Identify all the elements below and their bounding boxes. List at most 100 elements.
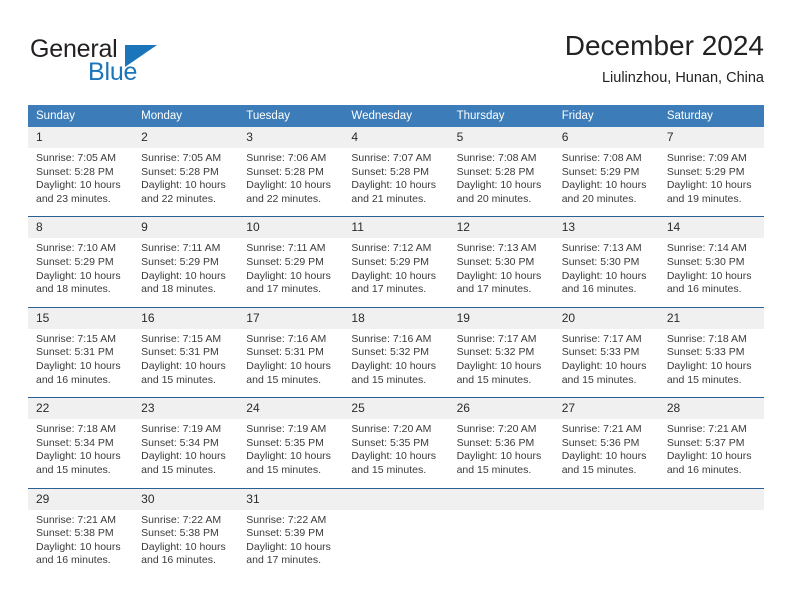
day-number <box>448 488 554 510</box>
day-details: Sunrise: 7:17 AM Sunset: 5:33 PM Daylight:… <box>554 329 659 397</box>
calendar-day-cell[interactable]: 15 Sunrise: 7:15 AM Sunset: 5:31 PM Dayligh… <box>28 306 134 398</box>
calendar-day-cell[interactable]: 16 Sunrise: 7:15 AM Sunset: 5:31 PM Dayligh… <box>133 306 239 398</box>
day-detail-sunrise: Sunrise: 7:17 AM <box>456 332 537 345</box>
calendar-day-cell[interactable]: 25 Sunrise: 7:20 AM Sunset: 5:35 PM Dayligh… <box>343 397 449 488</box>
day-detail-daylight2: and 17 minutes. <box>351 283 427 296</box>
day-details: Sunrise: 7:19 AM Sunset: 5:35 PM Daylight:… <box>238 419 343 487</box>
day-details: Sunrise: 7:13 AM Sunset: 5:30 PM Daylight:… <box>449 238 554 306</box>
day-number: 30 <box>133 488 239 510</box>
day-detail-sunset: Sunset: 5:30 PM <box>456 255 535 268</box>
day-detail-sunset: Sunset: 5:28 PM <box>351 165 430 178</box>
weekday-header-sunday: Sunday <box>28 105 134 127</box>
calendar-week-row: 22 Sunrise: 7:18 AM Sunset: 5:34 PM Dayligh… <box>28 397 764 488</box>
calendar-day-cell[interactable]: 7 Sunrise: 7:09 AM Sunset: 5:29 PM Daylight… <box>658 127 764 217</box>
day-detail-sunset: Sunset: 5:34 PM <box>141 436 219 449</box>
calendar-day-cell[interactable]: 2 Sunrise: 7:05 AM Sunset: 5:28 PM Daylight… <box>133 127 239 217</box>
calendar-day-cell[interactable]: 3 Sunrise: 7:06 AM Sunset: 5:28 PM Daylight… <box>238 127 344 217</box>
calendar-day-cell[interactable]: 14 Sunrise: 7:14 AM Sunset: 5:30 PM Dayligh… <box>658 216 764 308</box>
day-detail-daylight1: Daylight: 10 hours <box>456 269 542 282</box>
day-detail-daylight2: and 16 minutes. <box>666 283 742 296</box>
calendar-day-cell[interactable]: 6 Sunrise: 7:08 AM Sunset: 5:29 PM Daylight… <box>553 127 659 217</box>
day-detail-sunset: Sunset: 5:39 PM <box>246 527 324 540</box>
calendar-day-cell[interactable]: 11 Sunrise: 7:12 AM Sunset: 5:29 PM Dayligh… <box>343 216 449 308</box>
day-number: 16 <box>133 307 239 329</box>
day-detail-sunset: Sunset: 5:37 PM <box>666 436 745 449</box>
calendar-empty-cell <box>343 487 449 578</box>
calendar-day-cell[interactable]: 5 Sunrise: 7:08 AM Sunset: 5:28 PM Daylight… <box>448 127 554 217</box>
day-detail-sunset: Sunset: 5:28 PM <box>456 165 535 178</box>
calendar-day-cell[interactable]: 29 Sunrise: 7:21 AM Sunset: 5:38 PM Dayligh… <box>28 487 134 578</box>
day-detail-daylight1: Daylight: 10 hours <box>36 269 121 282</box>
day-detail-sunrise: Sunrise: 7:22 AM <box>141 513 222 526</box>
calendar-day-cell[interactable]: 30 Sunrise: 7:22 AM Sunset: 5:38 PM Dayligh… <box>133 487 239 578</box>
day-detail-daylight1: Daylight: 10 hours <box>351 450 437 463</box>
calendar-day-cell[interactable]: 26 Sunrise: 7:20 AM Sunset: 5:36 PM Dayligh… <box>448 397 554 488</box>
day-number: 24 <box>238 398 344 420</box>
calendar-page: General Blue December 2024 Liulinzhou, H… <box>0 0 792 612</box>
day-detail-daylight1: Daylight: 10 hours <box>666 179 752 192</box>
day-detail-daylight2: and 15 minutes. <box>351 463 427 476</box>
day-number <box>343 488 449 510</box>
calendar-day-cell[interactable]: 13 Sunrise: 7:13 AM Sunset: 5:30 PM Dayligh… <box>553 216 659 308</box>
day-details <box>449 510 554 568</box>
calendar-day-cell[interactable]: 21 Sunrise: 7:18 AM Sunset: 5:33 PM Dayligh… <box>658 306 764 398</box>
calendar-body: 1 Sunrise: 7:05 AM Sunset: 5:28 PM Daylight… <box>28 127 764 578</box>
day-number: 17 <box>238 307 344 329</box>
calendar-day-cell[interactable]: 1 Sunrise: 7:05 AM Sunset: 5:28 PM Daylight… <box>28 127 134 217</box>
day-details: Sunrise: 7:21 AM Sunset: 5:36 PM Daylight:… <box>554 419 659 487</box>
day-detail-sunrise: Sunrise: 7:21 AM <box>561 423 642 436</box>
calendar-day-cell[interactable]: 8 Sunrise: 7:10 AM Sunset: 5:29 PM Daylight… <box>28 216 134 308</box>
day-detail-sunrise: Sunrise: 7:22 AM <box>246 513 327 526</box>
day-detail-sunrise: Sunrise: 7:14 AM <box>666 242 747 255</box>
calendar-day-cell[interactable]: 17 Sunrise: 7:16 AM Sunset: 5:31 PM Dayligh… <box>238 306 344 398</box>
calendar-day-cell[interactable]: 27 Sunrise: 7:21 AM Sunset: 5:36 PM Dayligh… <box>553 397 659 488</box>
day-detail-sunrise: Sunrise: 7:10 AM <box>36 242 116 255</box>
day-detail-sunrise: Sunrise: 7:16 AM <box>246 332 327 345</box>
calendar-day-cell[interactable]: 24 Sunrise: 7:19 AM Sunset: 5:35 PM Dayligh… <box>238 397 344 488</box>
calendar-table: Sunday Monday Tuesday Wednesday Thursday… <box>28 105 764 578</box>
calendar-week-row: 1 Sunrise: 7:05 AM Sunset: 5:28 PM Daylight… <box>28 127 764 217</box>
day-detail-sunrise: Sunrise: 7:17 AM <box>561 332 642 345</box>
day-detail-sunrise: Sunrise: 7:08 AM <box>456 152 537 164</box>
day-number: 21 <box>658 307 764 329</box>
calendar-day-cell[interactable]: 4 Sunrise: 7:07 AM Sunset: 5:28 PM Daylight… <box>343 127 449 217</box>
day-details <box>343 510 448 568</box>
day-details: Sunrise: 7:12 AM Sunset: 5:29 PM Daylight:… <box>343 238 448 306</box>
day-detail-sunset: Sunset: 5:28 PM <box>141 165 219 178</box>
day-detail-sunset: Sunset: 5:38 PM <box>141 527 219 540</box>
day-detail-daylight2: and 20 minutes. <box>456 192 532 205</box>
calendar-header-row: Sunday Monday Tuesday Wednesday Thursday… <box>28 105 764 127</box>
calendar-day-cell[interactable]: 31 Sunrise: 7:22 AM Sunset: 5:39 PM Dayligh… <box>238 487 344 578</box>
day-detail-sunrise: Sunrise: 7:09 AM <box>666 152 747 164</box>
day-detail-sunrise: Sunrise: 7:18 AM <box>36 423 116 436</box>
day-detail-daylight1: Daylight: 10 hours <box>36 540 121 553</box>
day-detail-sunrise: Sunrise: 7:15 AM <box>36 332 116 345</box>
day-detail-daylight1: Daylight: 10 hours <box>141 540 226 553</box>
day-number: 9 <box>133 217 239 239</box>
day-detail-daylight1: Daylight: 10 hours <box>246 269 331 282</box>
day-detail-daylight1: Daylight: 10 hours <box>351 269 437 282</box>
weekday-header-friday: Friday <box>553 105 659 127</box>
day-detail-sunrise: Sunrise: 7:18 AM <box>666 332 747 345</box>
calendar-empty-cell <box>553 487 659 578</box>
calendar-day-cell[interactable]: 22 Sunrise: 7:18 AM Sunset: 5:34 PM Dayligh… <box>28 397 134 488</box>
calendar-day-cell[interactable]: 18 Sunrise: 7:16 AM Sunset: 5:32 PM Dayligh… <box>343 306 449 398</box>
calendar-day-cell[interactable]: 12 Sunrise: 7:13 AM Sunset: 5:30 PM Dayligh… <box>448 216 554 308</box>
day-detail-sunset: Sunset: 5:36 PM <box>456 436 535 449</box>
day-detail-daylight1: Daylight: 10 hours <box>141 450 226 463</box>
day-number: 5 <box>448 127 554 148</box>
calendar-day-cell[interactable]: 19 Sunrise: 7:17 AM Sunset: 5:32 PM Dayligh… <box>448 306 554 398</box>
day-detail-daylight1: Daylight: 10 hours <box>666 359 752 372</box>
calendar-day-cell[interactable]: 23 Sunrise: 7:19 AM Sunset: 5:34 PM Dayligh… <box>133 397 239 488</box>
calendar-day-cell[interactable]: 28 Sunrise: 7:21 AM Sunset: 5:37 PM Dayligh… <box>658 397 764 488</box>
calendar-day-cell[interactable]: 10 Sunrise: 7:11 AM Sunset: 5:29 PM Dayligh… <box>238 216 344 308</box>
day-detail-sunrise: Sunrise: 7:12 AM <box>351 242 432 255</box>
day-detail-daylight2: and 19 minutes. <box>666 192 742 205</box>
day-number <box>553 488 659 510</box>
day-details: Sunrise: 7:11 AM Sunset: 5:29 PM Daylight:… <box>238 238 343 306</box>
day-detail-daylight2: and 15 minutes. <box>141 373 216 386</box>
calendar-day-cell[interactable]: 9 Sunrise: 7:11 AM Sunset: 5:29 PM Daylight… <box>133 216 239 308</box>
day-detail-daylight2: and 16 minutes. <box>141 554 216 567</box>
title-block: December 2024 Liulinzhou, Hunan, China <box>565 28 764 89</box>
calendar-day-cell[interactable]: 20 Sunrise: 7:17 AM Sunset: 5:33 PM Dayligh… <box>553 306 659 398</box>
